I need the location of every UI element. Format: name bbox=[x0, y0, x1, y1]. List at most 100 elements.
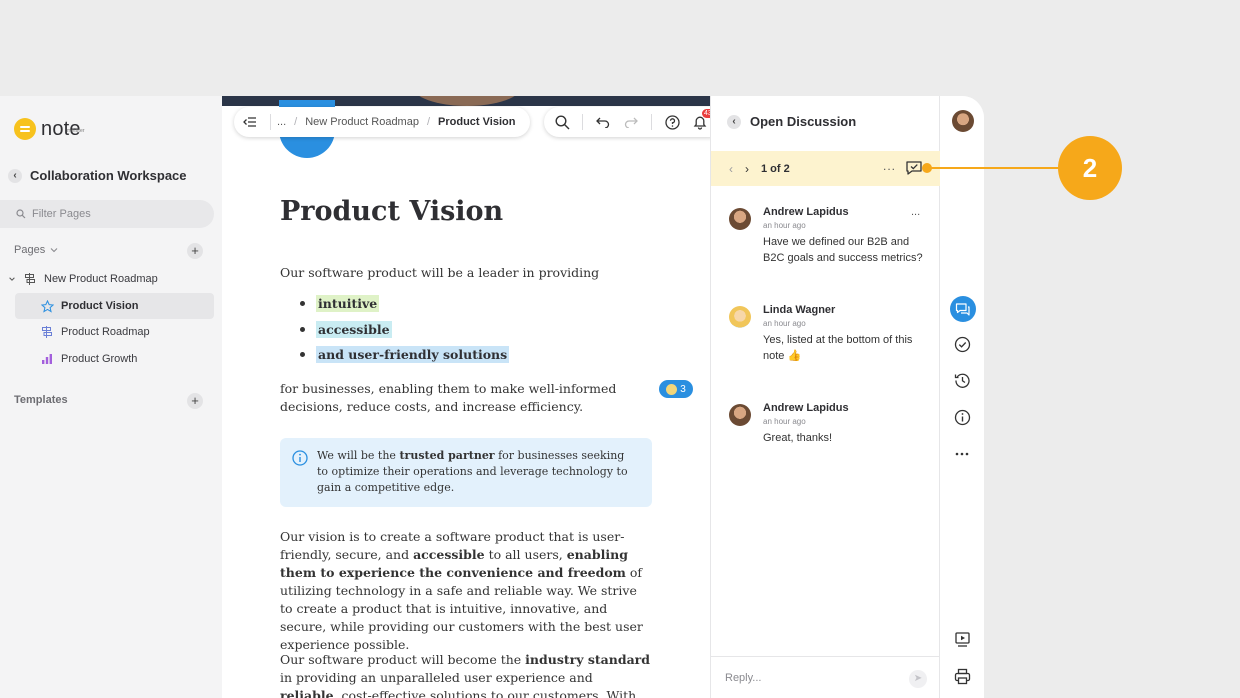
avatar bbox=[729, 404, 751, 426]
tasks-icon[interactable] bbox=[952, 334, 972, 354]
step-connector-line bbox=[927, 167, 1062, 169]
breadcrumb-toolbar: ... / New Product Roadmap / Product Visi… bbox=[234, 107, 530, 137]
tree-item-product-vision[interactable]: Product Vision bbox=[15, 293, 214, 319]
list-item[interactable]: accessible bbox=[300, 321, 392, 338]
intro-paragraph[interactable]: Our software product will be a leader in… bbox=[280, 264, 652, 282]
app-logo[interactable]: meister note bbox=[14, 118, 85, 140]
send-icon[interactable]: ➤ bbox=[909, 670, 927, 688]
standard-paragraph[interactable]: Our software product will become the ind… bbox=[280, 651, 652, 698]
step-number-badge: 2 bbox=[1058, 136, 1122, 200]
breadcrumb-separator: / bbox=[294, 116, 298, 128]
text: Our software product will become the bbox=[280, 652, 526, 667]
discussion-navigation-bar: ‹ › 1 of 2 ... bbox=[711, 151, 940, 186]
add-template-button[interactable]: + bbox=[187, 393, 203, 409]
workspace-title: Collaboration Workspace bbox=[30, 168, 187, 183]
history-icon[interactable] bbox=[952, 370, 972, 390]
next-thread-icon[interactable]: › bbox=[745, 162, 749, 176]
avatar bbox=[729, 208, 751, 230]
comment-text: Yes, listed at the bottom of this note 👍 bbox=[763, 334, 913, 362]
toolbar-divider bbox=[651, 114, 652, 130]
text: in providing an unparalleled user experi… bbox=[280, 670, 593, 685]
notifications-button[interactable]: 43 bbox=[686, 107, 710, 137]
avatar bbox=[729, 306, 751, 328]
comment-author: Andrew Lapidus bbox=[763, 402, 849, 414]
discussion-header: ‹ Open Discussion bbox=[727, 114, 856, 129]
previous-thread-icon[interactable]: ‹ bbox=[729, 162, 733, 176]
editor: ... / New Product Roadmap / Product Visi… bbox=[222, 96, 710, 698]
info-callout[interactable]: We will be the trusted partner for busin… bbox=[280, 438, 652, 507]
templates-header[interactable]: Templates bbox=[14, 394, 68, 406]
highlighted-text: intuitive bbox=[316, 295, 380, 312]
comment-author: Linda Wagner bbox=[763, 304, 836, 316]
breadcrumb-separator: / bbox=[426, 116, 431, 128]
breadcrumb-current[interactable]: Product Vision bbox=[438, 116, 515, 128]
app-window: meister note ‹ Collaboration Workspace F… bbox=[0, 96, 984, 698]
tree-item-product-growth[interactable]: Product Growth bbox=[0, 346, 214, 372]
more-options-icon[interactable] bbox=[952, 444, 972, 464]
chevron-down-icon bbox=[9, 277, 15, 281]
logo-text: meister note bbox=[41, 119, 85, 139]
list-item[interactable]: intuitive bbox=[300, 295, 380, 312]
comment-time: an hour ago bbox=[763, 221, 806, 230]
breadcrumb-parent[interactable]: New Product Roadmap bbox=[305, 116, 419, 128]
comment-time: an hour ago bbox=[763, 417, 806, 426]
tree-item-label: Product Growth bbox=[61, 353, 138, 365]
tree-item-label: Product Vision bbox=[61, 300, 139, 312]
comment-more-icon[interactable]: ... bbox=[911, 206, 920, 218]
tree-item-new-product-roadmap[interactable]: New Product Roadmap bbox=[0, 266, 214, 292]
comment-time: an hour ago bbox=[763, 319, 806, 328]
add-page-button[interactable]: + bbox=[187, 243, 203, 259]
presentation-icon[interactable] bbox=[952, 629, 972, 649]
roadmap-icon bbox=[23, 272, 37, 286]
chevron-down-icon bbox=[50, 248, 58, 253]
resolve-discussion-icon[interactable] bbox=[905, 160, 923, 176]
info-icon bbox=[292, 450, 308, 466]
logo-icon bbox=[14, 118, 36, 140]
workspace-header[interactable]: ‹ Collaboration Workspace bbox=[8, 168, 187, 183]
bar-chart-icon bbox=[40, 352, 54, 366]
page-title[interactable]: Product Vision bbox=[280, 196, 503, 227]
back-icon[interactable]: ‹ bbox=[727, 114, 741, 129]
filter-pages-input[interactable]: Filter Pages bbox=[0, 200, 214, 228]
pages-label: Pages bbox=[14, 244, 46, 256]
bold-text: reliable bbox=[280, 688, 334, 698]
bold-text: trusted partner bbox=[399, 449, 495, 462]
logo-small-text: meister bbox=[67, 128, 85, 134]
action-toolbar: 43 bbox=[544, 107, 710, 137]
help-icon[interactable] bbox=[658, 107, 686, 137]
print-icon[interactable] bbox=[952, 666, 972, 686]
comment-author: Andrew Lapidus bbox=[763, 206, 849, 218]
tree-item-label: Product Roadmap bbox=[61, 326, 150, 338]
star-icon bbox=[40, 299, 54, 313]
right-rail bbox=[940, 96, 984, 698]
reply-placeholder: Reply... bbox=[725, 671, 762, 684]
list-item[interactable]: and user-friendly solutions bbox=[300, 346, 510, 363]
breadcrumb-ellipsis[interactable]: ... bbox=[277, 116, 286, 128]
more-options-icon[interactable]: ... bbox=[883, 159, 896, 173]
paragraph[interactable]: for businesses, enabling them to make we… bbox=[280, 380, 648, 416]
user-avatar[interactable] bbox=[952, 110, 974, 132]
comment-indicator[interactable]: 3 bbox=[659, 380, 693, 398]
discussion-panel: ‹ Open Discussion ‹ › 1 of 2 ... Andrew … bbox=[710, 96, 940, 698]
info-icon[interactable] bbox=[952, 407, 972, 427]
comment-text: Great, thanks! bbox=[763, 432, 833, 444]
redo-icon[interactable] bbox=[617, 107, 645, 137]
cover-photo bbox=[412, 96, 522, 106]
text: We will be the bbox=[317, 449, 400, 462]
discussion-title: Open Discussion bbox=[750, 114, 857, 129]
filter-placeholder: Filter Pages bbox=[32, 208, 91, 220]
notification-badge: 43 bbox=[702, 109, 710, 118]
step-connector-dot bbox=[922, 163, 932, 173]
undo-icon[interactable] bbox=[589, 107, 617, 137]
search-icon bbox=[16, 209, 26, 219]
discussions-icon[interactable] bbox=[950, 296, 976, 322]
tree-item-product-roadmap[interactable]: Product Roadmap bbox=[0, 319, 214, 345]
avatar-icon bbox=[666, 383, 678, 395]
collapse-sidebar-icon[interactable] bbox=[236, 107, 264, 137]
text: , cost-effective solutions to our custom… bbox=[333, 688, 637, 698]
pages-header[interactable]: Pages bbox=[14, 244, 59, 256]
back-icon[interactable]: ‹ bbox=[8, 168, 22, 183]
reply-input[interactable]: Reply... ➤ bbox=[711, 656, 940, 698]
search-icon[interactable] bbox=[548, 107, 576, 137]
vision-paragraph[interactable]: Our vision is to create a software produ… bbox=[280, 528, 652, 654]
